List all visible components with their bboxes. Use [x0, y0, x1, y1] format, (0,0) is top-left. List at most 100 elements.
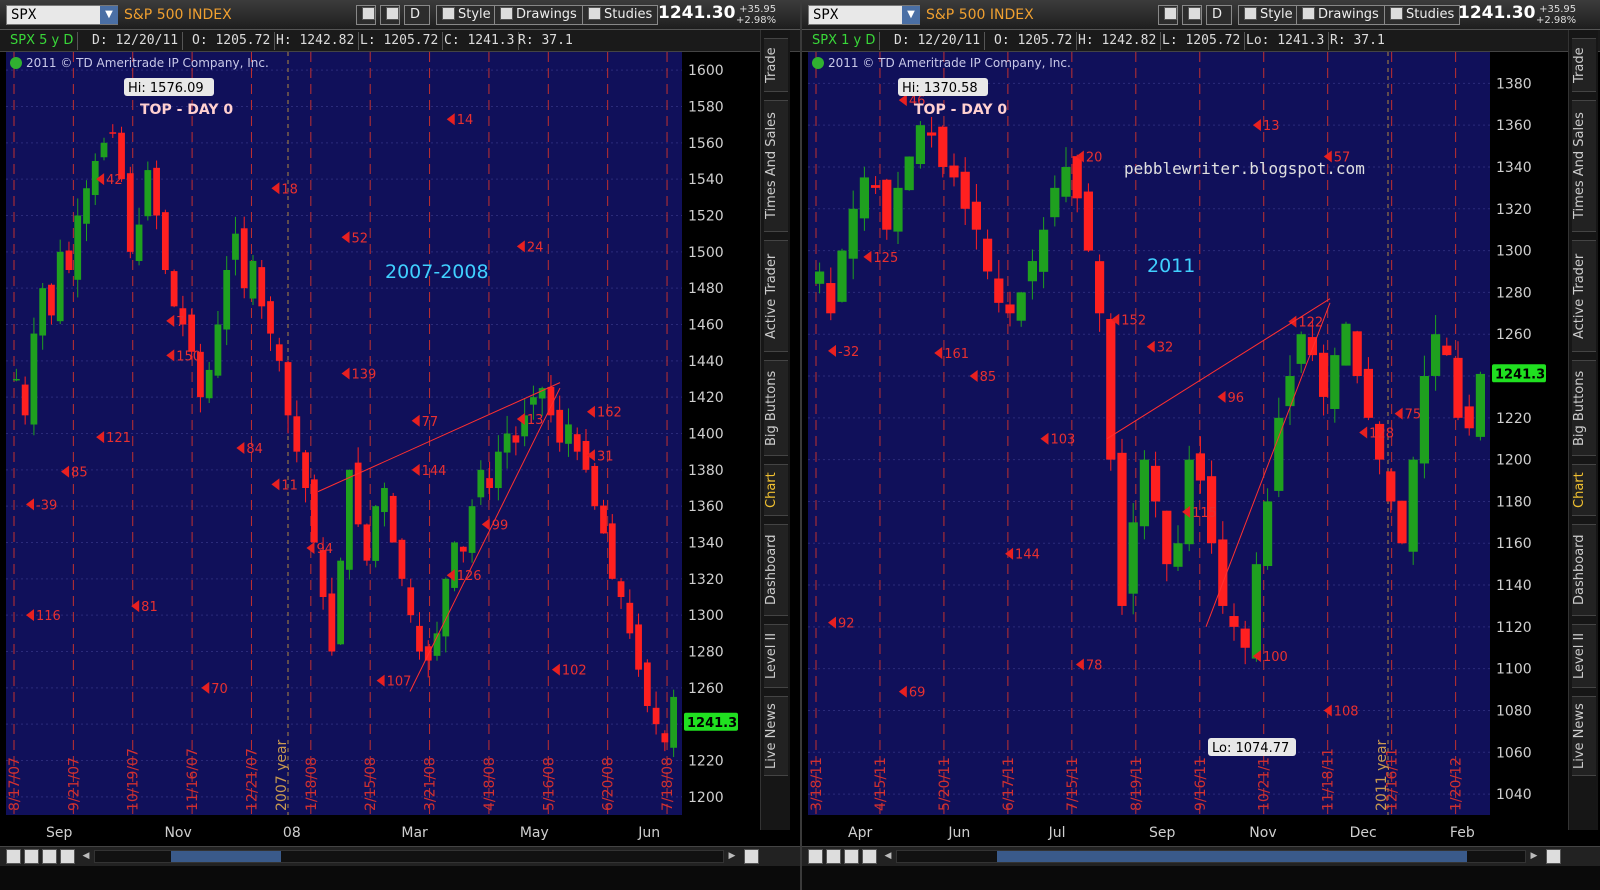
tab-trade[interactable]: Trade	[1572, 38, 1596, 92]
tab-dashboard[interactable]: Dashboard	[764, 524, 788, 616]
zoom-tool-icon[interactable]	[1182, 5, 1202, 25]
crosshair-tool-icon[interactable]	[1158, 5, 1178, 25]
scroll-thumb[interactable]	[997, 851, 1467, 862]
zoom-in-icon[interactable]	[24, 849, 39, 864]
scroll-right-icon[interactable]: ▶	[1528, 850, 1540, 863]
candle-body	[1039, 229, 1049, 272]
y-tick-label: 1580	[688, 100, 724, 116]
tab-level-ii[interactable]: Level II	[1572, 624, 1596, 688]
tab-live-news[interactable]: Live News	[764, 696, 788, 776]
tab-big-buttons[interactable]: Big Buttons	[1572, 360, 1596, 456]
zoom-in-icon[interactable]	[826, 849, 841, 864]
candle-body	[372, 506, 380, 561]
price-chart-right[interactable]: 1040 1060 1080 1100 1120 1140 1160 1180 1200 1220…	[802, 52, 1568, 846]
last-price: 1241.30	[658, 3, 736, 23]
last-price: 1241.30	[1458, 3, 1536, 23]
y-tick-label: 1080	[1496, 703, 1532, 719]
x-tick-label: May	[520, 825, 549, 841]
period-button[interactable]: D	[404, 5, 430, 25]
price-chart-left[interactable]: 1200122012401260128013001320134013601380…	[0, 52, 760, 846]
scroll-left-icon[interactable]: ◀	[882, 850, 894, 863]
zoom-out-icon[interactable]	[844, 849, 859, 864]
tab-live-news[interactable]: Live News	[1572, 696, 1596, 776]
expand-icon[interactable]	[1546, 849, 1561, 864]
candle-body	[319, 550, 327, 597]
candle-body	[1151, 465, 1161, 502]
day-count-label: 85	[71, 466, 88, 481]
candle-body	[1128, 522, 1138, 594]
studies-button[interactable]: Studies	[1384, 5, 1461, 25]
tab-chart[interactable]: Chart	[764, 464, 788, 516]
cursor-icon[interactable]	[862, 849, 877, 864]
candle-body	[74, 215, 82, 280]
candle-body	[144, 170, 152, 217]
tab-trade[interactable]: Trade	[764, 38, 788, 92]
y-tick-label: 1300	[688, 608, 724, 624]
candle-body	[240, 228, 248, 289]
status-strip	[0, 866, 800, 890]
candle-body	[971, 201, 981, 230]
date-label: 10/21/11	[1257, 748, 1273, 811]
tab-times-and-sales[interactable]: Times And Sales	[1572, 100, 1596, 232]
info-icon	[812, 57, 824, 69]
candle-body	[188, 314, 196, 352]
date-label: 4/18/08	[482, 757, 498, 811]
percent-icon[interactable]	[60, 849, 75, 864]
drawings-icon	[500, 7, 513, 20]
x-tick-label: Nov	[164, 825, 191, 841]
day-count-label: 115	[1192, 506, 1217, 521]
change-value: +35.95	[1539, 4, 1577, 15]
tab-active-trader[interactable]: Active Trader	[1572, 240, 1596, 352]
expand-icon[interactable]	[744, 849, 759, 864]
tab-big-buttons[interactable]: Big Buttons	[764, 360, 788, 456]
y-tick-label: 1160	[1496, 536, 1532, 552]
date-label: 10/19/07	[126, 748, 142, 811]
tab-level-ii[interactable]: Level II	[764, 624, 788, 688]
time-scrollbar[interactable]	[94, 850, 724, 863]
y-tick-label: 1600	[688, 63, 724, 79]
scroll-right-icon[interactable]: ▶	[726, 850, 738, 863]
candle-body	[512, 435, 520, 443]
candle-body	[815, 271, 825, 284]
candle-body	[1117, 452, 1127, 606]
period-button[interactable]: D	[1206, 5, 1232, 25]
day-count-label: 152	[1121, 314, 1146, 329]
candle-body	[556, 409, 564, 443]
candle-body	[223, 270, 231, 330]
scroll-left-icon[interactable]: ◀	[80, 850, 92, 863]
candle-body	[477, 469, 485, 498]
day-count-label: 122	[1298, 316, 1323, 331]
y-tick-label: 1280	[688, 645, 724, 661]
date-label: 5/16/08	[541, 757, 557, 811]
zoom-tool-icon[interactable]	[380, 5, 400, 25]
grid-icon[interactable]	[808, 849, 823, 864]
studies-button[interactable]: Studies	[582, 5, 659, 25]
symbol-dropdown-icon[interactable]: ▼	[902, 6, 920, 24]
scroll-thumb[interactable]	[171, 851, 281, 862]
crosshair-tool-icon[interactable]	[356, 5, 376, 25]
drawings-button[interactable]: Drawings	[1296, 5, 1385, 25]
candle-body	[13, 379, 20, 381]
x-tick-label: Feb	[1450, 825, 1475, 841]
date-label: 11/16/07	[185, 748, 201, 811]
time-scrollbar[interactable]	[896, 850, 1526, 863]
tab-times-and-sales[interactable]: Times And Sales	[764, 100, 788, 232]
style-button[interactable]: Style	[436, 5, 497, 25]
candle-body	[302, 452, 309, 488]
y-tick-label: 1260	[688, 681, 724, 697]
tab-chart[interactable]: Chart	[1572, 464, 1596, 516]
y-tick-label: 1320	[688, 572, 724, 588]
drawings-icon	[1302, 7, 1315, 20]
zoom-out-icon[interactable]	[42, 849, 57, 864]
symbol-dropdown-icon[interactable]: ▼	[100, 6, 118, 24]
tab-dashboard[interactable]: Dashboard	[1572, 524, 1596, 616]
style-button[interactable]: Style	[1238, 5, 1299, 25]
year-marker-label: 2011 year	[1374, 739, 1390, 811]
drawings-label: Drawings	[516, 7, 577, 22]
info-date: D: 12/20/11	[890, 32, 986, 50]
day-count-label: 20	[1086, 151, 1103, 166]
drawings-button[interactable]: Drawings	[494, 5, 583, 25]
tab-active-trader[interactable]: Active Trader	[764, 240, 788, 352]
grid-icon[interactable]	[6, 849, 21, 864]
y-tick-label: 1420	[688, 390, 724, 406]
